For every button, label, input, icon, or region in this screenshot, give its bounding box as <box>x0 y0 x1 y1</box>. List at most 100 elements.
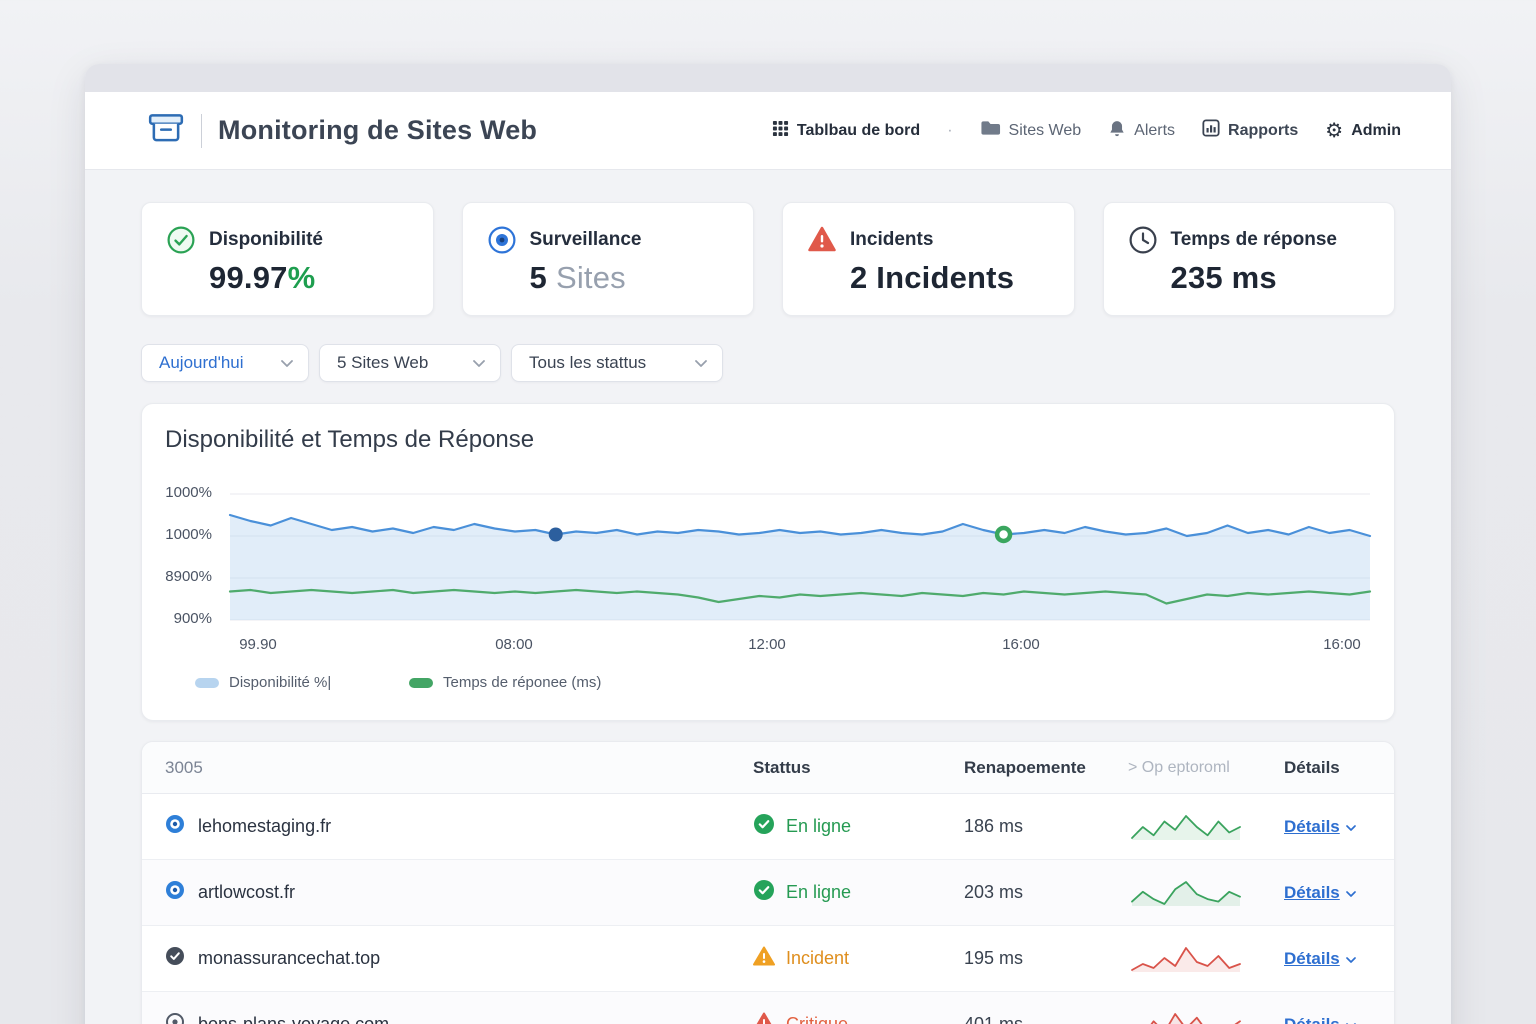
status-badge: Critique <box>786 1014 848 1024</box>
stat-value: 99.97% <box>209 260 323 296</box>
details-link[interactable]: Détails <box>1284 949 1340 969</box>
stat-card-monitoring: Surveillance 5Sites <box>462 202 755 316</box>
site-check-icon <box>165 946 185 971</box>
site-bullet-icon <box>165 814 185 839</box>
trend-sparkline <box>1128 811 1244 843</box>
y-axis-tick: 1000% <box>148 484 212 501</box>
warning-triangle-icon <box>807 225 837 258</box>
header-response: Renapoemente <box>964 758 1128 778</box>
nav-separator-dot: · <box>947 122 952 140</box>
bell-icon <box>1108 119 1126 143</box>
nav-item-alerts[interactable]: Alerts <box>1108 119 1175 143</box>
app-window: Monitoring de Sites Web Tablbau de bord … <box>85 64 1451 1024</box>
nav-item-reports[interactable]: Rapports <box>1202 119 1298 142</box>
chevron-down-icon <box>695 353 707 373</box>
stat-card-response-time: Temps de réponse 235 ms <box>1103 202 1396 316</box>
response-time: 203 ms <box>964 882 1128 903</box>
nav-label-reports: Rapports <box>1228 122 1298 140</box>
status-critical-icon <box>753 1012 775 1024</box>
chevron-down-icon[interactable] <box>1346 819 1356 837</box>
nav-label-sites: Sites Web <box>1009 122 1082 140</box>
app-logo-icon <box>147 111 185 150</box>
legend-swatch-green <box>409 678 433 688</box>
legend-item-availability: Disponibilité %| <box>195 674 331 691</box>
x-axis-tick: 12:00 <box>722 636 812 653</box>
table-row: bons-plans-voyage.com Critique 401 ms Dé… <box>142 992 1394 1024</box>
window-top-strip <box>85 64 1451 92</box>
details-link[interactable]: Détails <box>1284 817 1340 837</box>
brand: Monitoring de Sites Web <box>147 111 537 150</box>
main-nav: Tablbau de bord · Sites Web <box>772 119 1401 143</box>
nav-item-dashboard[interactable]: Tablbau de bord <box>772 120 920 142</box>
stat-label: Incidents <box>850 225 1014 255</box>
site-bullet-icon <box>165 880 185 905</box>
table-header-row: 3005 Stattus Renapoemente > Op eptoroml … <box>142 742 1394 794</box>
filter-sites-label: 5 Sites Web <box>337 353 428 373</box>
check-circle-icon <box>166 225 196 260</box>
stat-label: Surveillance <box>530 225 642 255</box>
site-name: lehomestaging.fr <box>198 816 331 837</box>
response-time: 195 ms <box>964 948 1128 969</box>
chevron-down-icon[interactable] <box>1346 1017 1356 1024</box>
chevron-down-icon <box>281 353 293 373</box>
legend-label: Disponibilité %| <box>229 674 331 691</box>
desktop-background: Monitoring de Sites Web Tablbau de bord … <box>0 0 1536 1024</box>
app-header: Monitoring de Sites Web Tablbau de bord … <box>85 92 1451 170</box>
filter-status-dropdown[interactable]: Tous les stattus <box>511 344 723 382</box>
sites-table: 3005 Stattus Renapoemente > Op eptoroml … <box>141 741 1395 1024</box>
report-icon <box>1202 119 1220 142</box>
table-row: monassurancechat.top Incident 195 ms Dét… <box>142 926 1394 992</box>
nav-label-alerts: Alerts <box>1134 122 1175 140</box>
filter-date-dropdown[interactable]: Aujourd'hui <box>141 344 309 382</box>
header-status: Stattus <box>753 758 964 778</box>
stats-row: Disponibilité 99.97% Surveillance <box>141 202 1395 316</box>
x-axis-tick: 16:00 <box>1297 636 1387 653</box>
stat-label: Disponibilité <box>209 225 323 255</box>
table-row: lehomestaging.fr En ligne 186 ms Détails <box>142 794 1394 860</box>
filter-date-label: Aujourd'hui <box>159 353 244 373</box>
chevron-down-icon[interactable] <box>1346 885 1356 903</box>
filters-row: Aujourd'hui 5 Sites Web Tous les stattus <box>141 344 1395 382</box>
chart-title: Disponibilité et Temps de Réponse <box>165 426 534 454</box>
nav-label-dashboard: Tablbau de bord <box>797 122 920 140</box>
status-badge: En ligne <box>786 882 851 903</box>
site-name: artlowcost.fr <box>198 882 295 903</box>
folder-icon <box>980 119 1001 142</box>
legend-swatch-blue <box>195 678 219 688</box>
clock-icon <box>1128 225 1158 260</box>
page-title: Monitoring de Sites Web <box>218 115 537 146</box>
chevron-down-icon <box>473 353 485 373</box>
x-axis-tick: 08:00 <box>469 636 559 653</box>
status-check-icon <box>753 879 775 906</box>
trend-sparkline <box>1128 943 1244 975</box>
trend-sparkline <box>1128 1009 1244 1024</box>
grid-icon <box>772 120 789 142</box>
y-axis-tick: 900% <box>148 610 212 627</box>
filter-status-label: Tous les stattus <box>529 353 646 373</box>
availability-chart-card: Disponibilité et Temps de Réponse 1000% … <box>141 403 1395 721</box>
chevron-down-icon[interactable] <box>1346 951 1356 969</box>
stat-card-incidents: Incidents 2 Incidents <box>782 202 1075 316</box>
brand-divider <box>201 114 202 148</box>
x-axis-tick: 16:00 <box>976 636 1066 653</box>
response-time: 401 ms <box>964 1014 1128 1024</box>
status-check-icon <box>753 813 775 840</box>
site-name: monassurancechat.top <box>198 948 380 969</box>
details-link[interactable]: Détails <box>1284 1015 1340 1024</box>
nav-item-sites[interactable]: Sites Web <box>980 119 1082 142</box>
response-time: 186 ms <box>964 816 1128 837</box>
table-row: artlowcost.fr En ligne 203 ms Détails <box>142 860 1394 926</box>
status-badge: Incident <box>786 948 849 969</box>
y-axis-tick: 1000% <box>148 526 212 543</box>
stat-value: 235 ms <box>1171 260 1337 296</box>
header-site: 3005 <box>165 758 753 778</box>
trend-sparkline <box>1128 877 1244 909</box>
filter-sites-dropdown[interactable]: 5 Sites Web <box>319 344 501 382</box>
target-icon <box>487 225 517 260</box>
stat-value: 5Sites <box>530 260 642 296</box>
stat-label: Temps de réponse <box>1171 225 1337 255</box>
stat-card-availability: Disponibilité 99.97% <box>141 202 434 316</box>
nav-item-admin[interactable]: ⚙ Admin <box>1325 121 1401 141</box>
site-name: bons-plans-voyage.com <box>198 1014 389 1024</box>
details-link[interactable]: Détails <box>1284 883 1340 903</box>
